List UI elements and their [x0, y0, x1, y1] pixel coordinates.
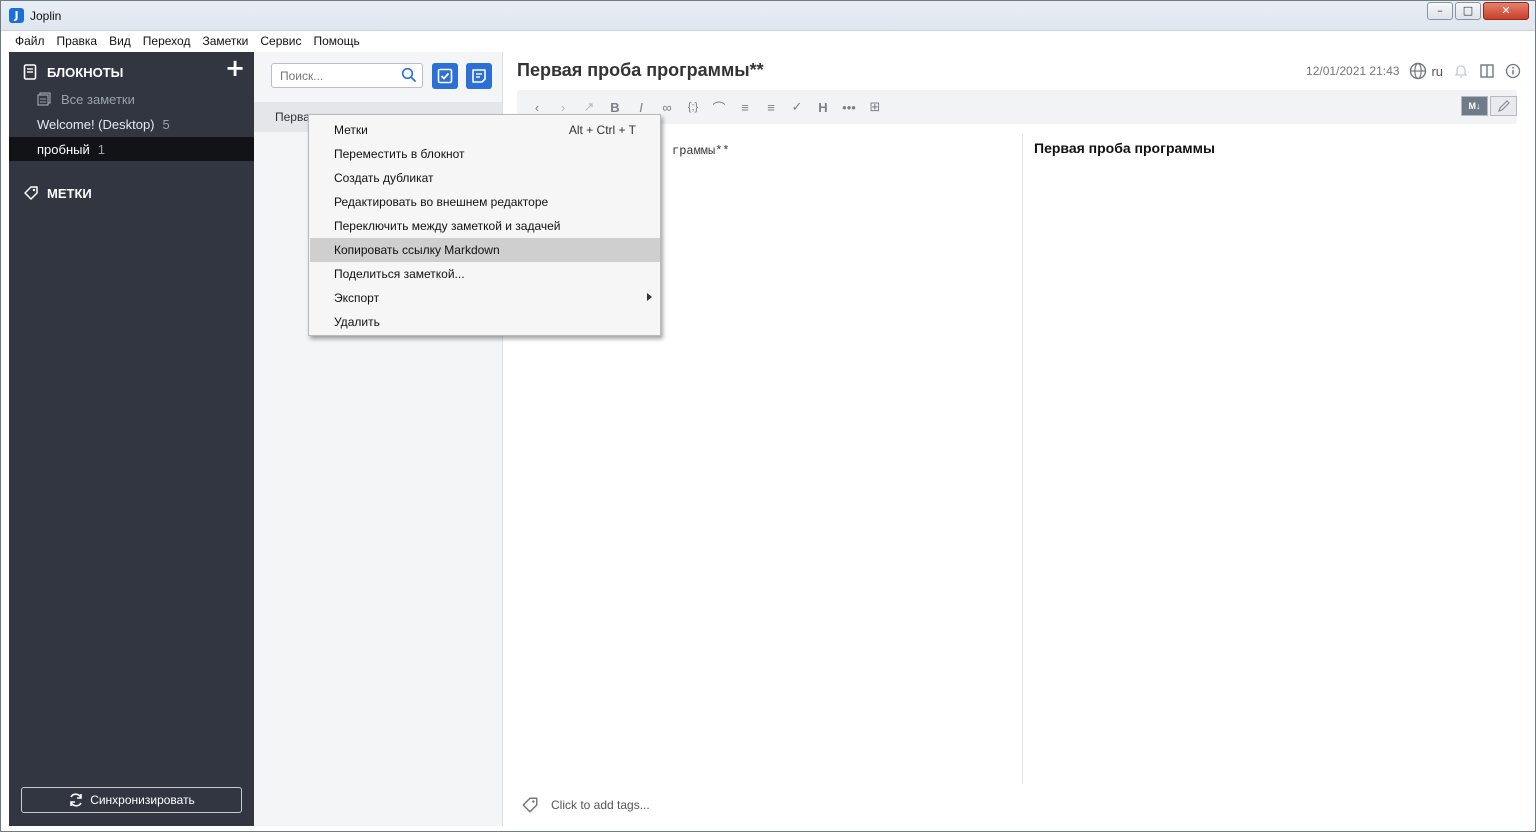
- note-meta-bar: 12/01/2021 21:43 ru: [1306, 62, 1521, 80]
- search-icon[interactable]: [401, 67, 417, 83]
- minimize-button[interactable]: –: [1427, 2, 1453, 20]
- language-label: ru: [1431, 63, 1443, 79]
- ctx-item-label: Поделиться заметкой...: [334, 267, 465, 281]
- ctx-item-label: Экспорт: [334, 291, 380, 305]
- ctx-item-export[interactable]: Экспорт: [310, 286, 660, 310]
- add-tags-label: Click to add tags...: [551, 798, 650, 812]
- horizontal-rule-icon[interactable]: •••: [841, 99, 857, 115]
- ctx-item-shortcut: Alt + Ctrl + T: [568, 123, 636, 137]
- bold-icon[interactable]: B: [607, 99, 623, 115]
- close-button[interactable]: ✕: [1483, 2, 1529, 20]
- ctx-item-label: Переключить между заметкой и задачей: [334, 219, 561, 233]
- external-edit-icon[interactable]: ↗: [581, 99, 597, 115]
- tag-icon: [522, 797, 538, 813]
- language-selector[interactable]: ru: [1409, 62, 1443, 80]
- menu-bar: Файл Правка Вид Переход Заметки Сервис П…: [9, 31, 1527, 51]
- context-menu: Метки Alt + Ctrl + T Переместить в блокн…: [308, 114, 661, 336]
- link-icon[interactable]: ∞: [659, 99, 675, 115]
- note-date: 12/01/2021 21:43: [1306, 64, 1400, 78]
- rich-text-mode-button[interactable]: [1490, 96, 1517, 116]
- new-todo-button[interactable]: [432, 63, 458, 89]
- bullet-list-icon[interactable]: ≡: [737, 99, 753, 115]
- sidebar-item-probnyi[interactable]: пробный 1: [9, 137, 254, 161]
- ctx-item-copy-markdown-link[interactable]: Копировать ссылку Markdown: [310, 238, 660, 262]
- tags-header[interactable]: МЕТКИ: [9, 183, 254, 203]
- markdown-mode-button[interactable]: M↓: [1461, 96, 1488, 116]
- code-icon[interactable]: {;}: [685, 99, 701, 115]
- menu-tools[interactable]: Сервис: [254, 34, 307, 48]
- insert-datetime-icon[interactable]: ⊞: [867, 99, 883, 115]
- note-icon: [472, 69, 486, 83]
- note-list-item-title: Перва: [275, 110, 310, 124]
- menu-go[interactable]: Переход: [137, 34, 197, 48]
- notebook-count: 1: [97, 141, 105, 157]
- ctx-item-tags[interactable]: Метки Alt + Ctrl + T: [310, 118, 660, 142]
- menu-edit[interactable]: Правка: [51, 34, 104, 48]
- ctx-item-delete[interactable]: Удалить: [310, 310, 660, 334]
- tag-icon: [24, 186, 38, 200]
- window-controls: – □ ✕: [1427, 2, 1529, 20]
- notebook-label: пробный: [37, 141, 90, 157]
- sync-button-label: Синхронизировать: [90, 793, 195, 807]
- new-note-button[interactable]: [466, 63, 492, 89]
- editor-mode-toggle: M↓: [1461, 96, 1517, 116]
- edit-icon: [1497, 100, 1510, 112]
- window-title: Joplin: [30, 9, 62, 23]
- sidebar: БЛОКНОТЫ + Все заметки Welcome! (Desktop…: [9, 52, 254, 826]
- checklist-icon[interactable]: ✓: [789, 99, 805, 115]
- tags-header-label: МЕТКИ: [47, 186, 92, 201]
- menu-view[interactable]: Вид: [103, 34, 137, 48]
- ctx-item-label: Копировать ссылку Markdown: [334, 243, 500, 257]
- maximize-button[interactable]: □: [1455, 2, 1481, 20]
- editor-toolbar: ‹ › ↗ B I ∞ {;} ⌒ ≡ ≡ ✓ H ••• ⊞ M↓: [517, 90, 1517, 124]
- heading-icon[interactable]: H: [815, 99, 831, 115]
- ctx-item-share[interactable]: Поделиться заметкой...: [310, 262, 660, 286]
- sync-icon: [70, 793, 82, 807]
- submenu-arrow-icon: [647, 293, 652, 301]
- alarm-icon[interactable]: [1453, 63, 1469, 79]
- numbered-list-icon[interactable]: ≡: [763, 99, 779, 115]
- tags-bar[interactable]: Click to add tags...: [521, 796, 650, 814]
- notebook-count: 5: [162, 116, 170, 132]
- ctx-item-duplicate[interactable]: Создать дубликат: [310, 166, 660, 190]
- layout-toggle-icon[interactable]: [1479, 63, 1495, 79]
- info-icon[interactable]: [1505, 63, 1521, 79]
- menu-file[interactable]: Файл: [9, 34, 51, 48]
- ctx-item-label: Редактировать во внешнем редакторе: [334, 195, 549, 209]
- ctx-item-move[interactable]: Переместить в блокнот: [310, 142, 660, 166]
- attach-icon[interactable]: ⌒: [711, 99, 727, 116]
- app-window: J Joplin – □ ✕ Файл Правка Вид Переход З…: [0, 0, 1536, 832]
- sync-button[interactable]: Синхронизировать: [21, 787, 242, 813]
- globe-icon: [1410, 62, 1427, 80]
- ctx-item-external-edit[interactable]: Редактировать во внешнем редакторе: [310, 190, 660, 214]
- menu-notes[interactable]: Заметки: [196, 34, 254, 48]
- notebooks-header-label: БЛОКНОТЫ: [47, 64, 124, 80]
- notebooks-header[interactable]: БЛОКНОТЫ: [9, 62, 254, 82]
- italic-icon[interactable]: I: [633, 99, 649, 115]
- add-notebook-button[interactable]: +: [224, 56, 246, 80]
- ctx-item-label: Удалить: [334, 315, 380, 329]
- ctx-item-label: Создать дубликат: [334, 171, 434, 185]
- joplin-logo-icon: J: [9, 8, 24, 23]
- all-notes-label: Все заметки: [61, 91, 135, 107]
- preview-title: Первая проба программы: [1034, 140, 1215, 156]
- ctx-item-label: Переместить в блокнот: [334, 147, 465, 161]
- sidebar-item-all-notes[interactable]: Все заметки: [9, 87, 254, 111]
- title-bar: J Joplin – □ ✕: [1, 1, 1535, 31]
- checkbox-icon: [437, 68, 453, 84]
- notebook-icon: [23, 64, 37, 80]
- sidebar-item-welcome[interactable]: Welcome! (Desktop) 5: [9, 112, 254, 136]
- forward-icon[interactable]: ›: [555, 99, 571, 115]
- note-title-field[interactable]: Первая проба программы**: [517, 60, 764, 81]
- back-icon[interactable]: ‹: [529, 99, 545, 115]
- ctx-item-toggle-todo[interactable]: Переключить между заметкой и задачей: [310, 214, 660, 238]
- all-notes-icon: [37, 92, 51, 106]
- notebook-label: Welcome! (Desktop): [37, 116, 155, 132]
- ctx-item-label: Метки: [334, 123, 368, 137]
- menu-help[interactable]: Помощь: [307, 34, 365, 48]
- markdown-text: граммы**: [672, 144, 730, 158]
